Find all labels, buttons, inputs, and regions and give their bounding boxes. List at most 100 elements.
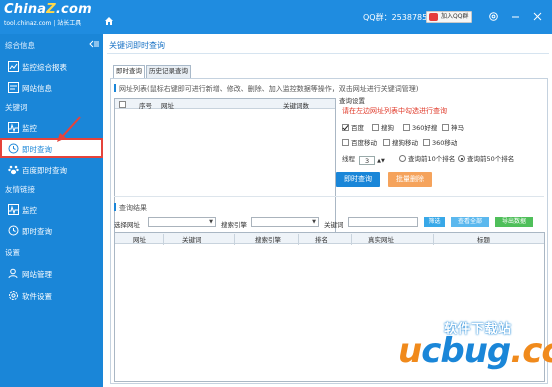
radio[interactable]	[458, 155, 465, 162]
sidebar-item-software-settings[interactable]: 软件设置	[0, 285, 103, 305]
rank-option-top50[interactable]: 查询前50个排名	[458, 153, 514, 163]
sidebar-group-settings: 设置	[5, 248, 20, 257]
sidebar-item-link-monitor[interactable]: 监控	[0, 199, 103, 219]
engine-checkbox-sogou-mobile[interactable]: 搜狗移动	[383, 137, 418, 147]
filter-button[interactable]: 筛选	[424, 217, 445, 227]
engine-checkbox-360[interactable]: 360好搜	[403, 122, 437, 132]
query-settings-title: 查询设置	[339, 97, 365, 105]
join-qq-group-label: 加入QQ群	[441, 13, 469, 20]
export-data-button[interactable]: 导出数据	[495, 217, 533, 227]
gear-icon	[8, 290, 19, 301]
results-header: 查询结果	[114, 203, 147, 213]
user-manage-icon	[8, 268, 19, 279]
sidebar-item-label: 监控综合报表	[22, 63, 67, 72]
monitor-icon	[8, 204, 19, 215]
logo-subtitle: tool.chinaz.com | 站长工具	[4, 20, 82, 27]
sidebar-item-baidu-realtime[interactable]: 百度即时查询	[0, 159, 103, 179]
section-marker	[114, 84, 116, 92]
url-list-header: 网址列表(鼠标右键即可进行新增、修改、删除、加入监控数据等操作，双击网址进行关键…	[114, 84, 418, 94]
tab-realtime-query[interactable]: 即时查询	[113, 65, 145, 79]
chevron-down-icon: ▼	[312, 219, 316, 225]
filter-engine-label: 搜索引擎	[221, 221, 247, 229]
query-settings-hint: 请在左边网址列表中勾选进行查询	[342, 107, 447, 115]
minimize-icon[interactable]	[510, 11, 521, 22]
annotation-arrow-icon	[57, 116, 81, 142]
sidebar-item-label: 监控	[22, 124, 37, 133]
checkbox[interactable]	[442, 124, 449, 131]
checkbox[interactable]	[403, 124, 410, 131]
filter-url-select[interactable]: ▼	[148, 217, 216, 227]
column-separator	[433, 234, 434, 245]
thread-label: 线程	[342, 155, 355, 163]
view-all-button[interactable]: 查看全部	[451, 217, 489, 227]
app-logo: ChinaZ.com tool.chinaz.com | 站长工具	[4, 2, 104, 27]
engine-checkbox-shenma[interactable]: 神马	[442, 122, 464, 132]
sidebar-item-label: 网站管理	[22, 270, 52, 279]
title-divider	[107, 53, 549, 54]
filter-keyword-label: 关键词	[324, 221, 344, 229]
collapse-sidebar-icon[interactable]	[89, 40, 99, 48]
sidebar-item-link-realtime[interactable]: 即时查询	[0, 220, 103, 240]
realtime-query-icon	[8, 225, 19, 236]
sidebar-group-keywords: 关键词	[5, 103, 28, 112]
realtime-query-icon	[8, 143, 19, 154]
monitor-icon	[8, 122, 19, 133]
url-table-header: 序号 网址 关键词数	[115, 99, 335, 110]
checkbox[interactable]	[342, 124, 349, 131]
page-title: 关键词即时查询	[109, 41, 165, 50]
rank-option-top10[interactable]: 查询前10个排名	[399, 153, 455, 163]
report-chart-icon	[8, 61, 19, 72]
sidebar-item-keyword-monitor[interactable]: 监控	[0, 117, 103, 137]
checkbox[interactable]	[423, 139, 430, 146]
radio[interactable]	[399, 155, 406, 162]
section-marker	[114, 203, 116, 211]
checkbox[interactable]	[372, 124, 379, 131]
close-icon[interactable]	[532, 11, 543, 22]
engine-checkbox-sogou[interactable]: 搜狗	[372, 122, 394, 132]
title-bar: ChinaZ.com tool.chinaz.com | 站长工具 QQ群：25…	[0, 0, 552, 34]
section-divider	[114, 196, 544, 197]
results-table-header: 网址 关键词 搜索引擎 排名 真实网址 标题	[115, 233, 544, 245]
join-qq-group-button[interactable]: 加入QQ群	[426, 11, 473, 23]
site-info-icon	[8, 82, 19, 93]
column-header-url: 网址	[133, 236, 146, 244]
thread-setting: 线程 3 ▲▼	[342, 153, 385, 165]
sidebar-item-site-info[interactable]: 网站信息	[0, 77, 103, 97]
stepper-arrows-icon[interactable]: ▲▼	[377, 158, 385, 164]
engine-checkbox-baidu[interactable]: 百度	[342, 122, 364, 132]
main-content: 关键词即时查询 即时查询 历史记录查询 网址列表(鼠标右键即可进行新增、修改、删…	[103, 34, 552, 387]
logo-text: ChinaZ.com	[4, 2, 92, 17]
column-header-keyword: 关键词	[182, 236, 202, 244]
sidebar-item-label: 即时查询	[22, 145, 52, 154]
column-header-index: 序号	[139, 102, 152, 110]
column-header-url: 网址	[161, 102, 174, 110]
home-icon[interactable]	[104, 16, 114, 26]
sidebar-item-keyword-realtime[interactable]: 即时查询	[0, 138, 103, 158]
column-header-rank: 排名	[315, 236, 328, 244]
results-table[interactable]: 网址 关键词 搜索引擎 排名 真实网址 标题	[114, 232, 545, 382]
sidebar-item-monitor-report[interactable]: 监控综合报表	[0, 56, 103, 76]
column-separator	[163, 234, 164, 245]
engine-checkbox-baidu-mobile[interactable]: 百度移动	[342, 137, 377, 147]
checkbox[interactable]	[383, 139, 390, 146]
sidebar-item-label: 网站信息	[22, 84, 52, 93]
tab-history-query[interactable]: 历史记录查询	[146, 65, 191, 78]
settings-icon[interactable]	[488, 11, 499, 22]
batch-delete-button[interactable]: 批量删除	[388, 172, 432, 187]
sidebar-group-links: 友情链接	[5, 185, 35, 194]
url-list-header-text: 网址列表(鼠标右键即可进行新增、修改、删除、加入监控数据等操作，双击网址进行关键…	[119, 85, 419, 93]
checkbox[interactable]	[342, 139, 349, 146]
column-separator	[351, 234, 352, 245]
filter-keyword-input[interactable]	[348, 217, 418, 227]
sidebar-item-site-manage[interactable]: 网站管理	[0, 263, 103, 283]
url-list-table[interactable]: 序号 网址 关键词数	[114, 98, 336, 234]
filter-url-label: 选择网址	[114, 221, 140, 229]
sidebar-item-label: 监控	[22, 206, 37, 215]
thread-stepper[interactable]: 3	[359, 156, 376, 165]
baidu-paw-icon	[8, 164, 19, 175]
filter-engine-select[interactable]: ▼	[251, 217, 319, 227]
engine-checkbox-360-mobile[interactable]: 360移动	[423, 137, 457, 147]
results-header-text: 查询结果	[119, 204, 147, 212]
realtime-query-button[interactable]: 即时查询	[336, 172, 380, 187]
qq-icon	[429, 13, 438, 21]
